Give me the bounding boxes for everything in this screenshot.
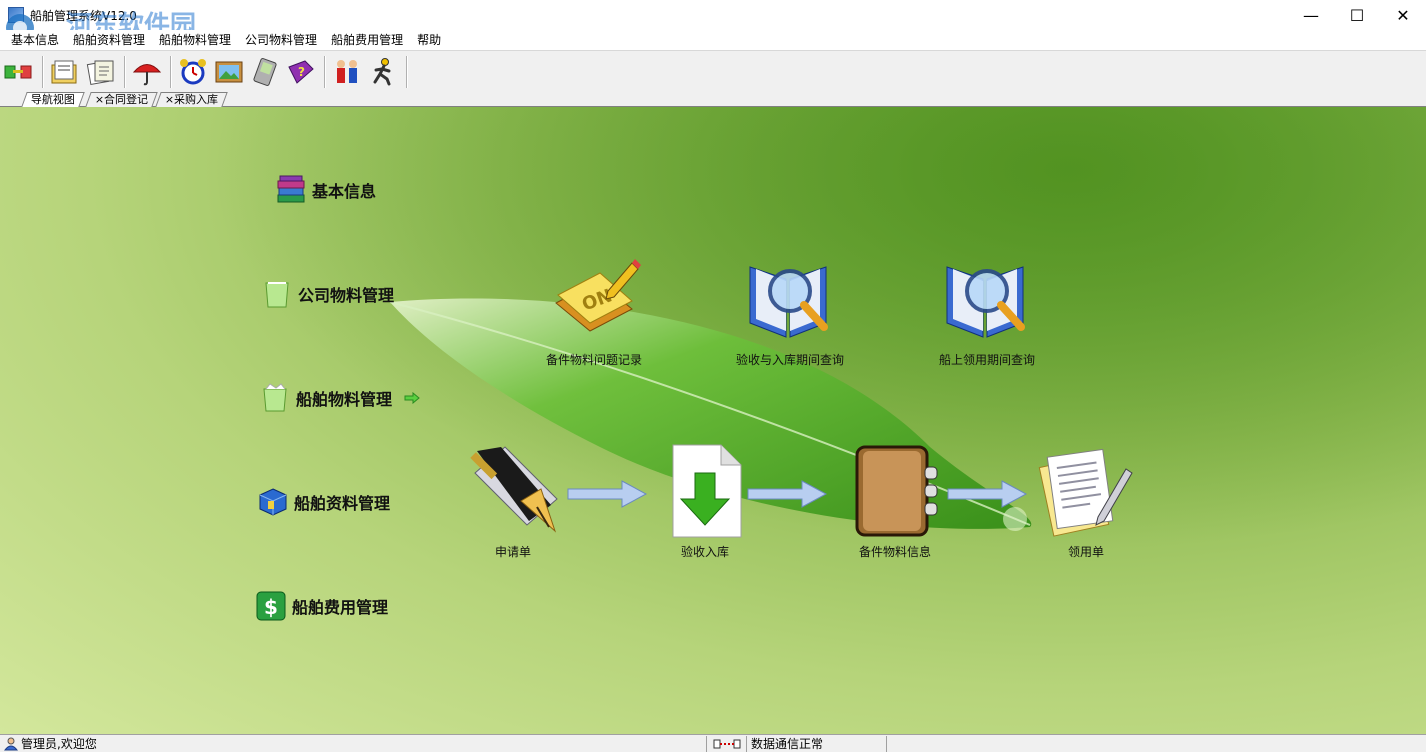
toolbar-umbrella-button[interactable] (130, 54, 164, 90)
toolbar-separator (124, 55, 126, 88)
maximize-button[interactable]: ☐ (1334, 0, 1380, 30)
toolbar-exit-button[interactable] (366, 54, 400, 90)
category-basic-info-label: 基本信息 (312, 182, 377, 201)
address-book-icon (847, 443, 943, 539)
svg-text:?: ? (298, 65, 305, 79)
svg-text:$: $ (264, 595, 278, 619)
node-material-issue-log[interactable]: ON 备件物料问题记录 (529, 251, 659, 368)
umbrella-icon (132, 63, 162, 85)
toolbar-picture-button[interactable] (212, 54, 246, 90)
category-basic-info[interactable]: 基本信息 (276, 175, 376, 205)
tab-contract-register[interactable]: ×合同登记 (85, 92, 158, 107)
menu-ship-materials[interactable]: 船舶物料管理 (152, 30, 238, 50)
menu-ship-expenses[interactable]: 船舶费用管理 (324, 30, 410, 50)
title-bar: 船舶管理系统V12.0 — ☐ ✕ (0, 0, 1426, 30)
category-company-materials-label: 公司物料管理 (298, 286, 395, 305)
toolbar-separator (170, 55, 172, 88)
window-title: 船舶管理系统V12.0 (30, 8, 137, 23)
help-book-icon: ? (288, 59, 314, 84)
network-icon (713, 739, 740, 748)
toolbar-users-button[interactable] (330, 54, 364, 90)
documents-icon (86, 60, 114, 85)
running-man-icon (373, 57, 391, 85)
menu-basic-info[interactable]: 基本信息 (4, 30, 66, 50)
window-controls: — ☐ ✕ (1288, 0, 1426, 30)
category-ship-expenses-label: 船舶费用管理 (292, 598, 389, 617)
node-spare-parts-info[interactable]: 备件物料信息 (830, 443, 960, 560)
handheld-icon (253, 57, 277, 86)
folder-icon (51, 60, 77, 83)
category-ship-docs-label: 船舶资料管理 (294, 494, 391, 513)
node-application-form[interactable]: 申请单 (448, 443, 578, 560)
status-bar: 管理员,欢迎您 数据通信正常 (0, 734, 1426, 752)
flow-arrow-3 (947, 480, 1028, 508)
toolbar-folder-button[interactable] (48, 54, 82, 90)
menu-ship-docs[interactable]: 船舶资料管理 (66, 30, 152, 50)
tab-purchase-stock-in[interactable]: ×采购入库 (155, 92, 228, 107)
network-status-icon-cell (706, 735, 746, 752)
leaf-background (0, 107, 1426, 734)
selected-arrow-icon (404, 392, 420, 404)
book-magnifier-icon (939, 251, 1035, 347)
toolbar-pda-button[interactable] (248, 54, 282, 90)
close-button[interactable]: ✕ (1380, 0, 1426, 30)
document-pen-icon (1038, 443, 1134, 539)
status-user-text: 管理员,欢迎您 (21, 737, 97, 751)
dollar-icon: $ (256, 591, 286, 621)
node-material-issue-log-label: 备件物料问题记录 (545, 353, 642, 367)
node-application-form-label: 申请单 (494, 545, 531, 559)
node-onboard-usage-query-label: 船上领用期间查询 (938, 353, 1035, 367)
node-acceptance-query-label: 验收与入库期间查询 (735, 353, 844, 367)
toolbar-separator (42, 55, 44, 88)
green-bin-full-icon (260, 383, 290, 413)
alarm-clock-icon (180, 58, 206, 84)
node-acceptance-query[interactable]: 验收与入库期间查询 (725, 251, 855, 368)
node-spare-parts-info-label: 备件物料信息 (858, 545, 931, 559)
flow-arrow-1 (567, 480, 648, 508)
node-requisition-form-label: 领用单 (1067, 545, 1104, 559)
tab-navigation-view[interactable]: 导航视图 (21, 92, 85, 107)
app-icon (8, 7, 24, 23)
category-ship-materials-label: 船舶物料管理 (296, 390, 393, 409)
toolbar-separator (324, 55, 326, 88)
blue-cube-icon (258, 487, 288, 517)
toolbar: ? (0, 50, 1426, 92)
connect-icon (4, 65, 32, 78)
status-network-text: 数据通信正常 (746, 735, 886, 752)
download-document-icon (657, 443, 753, 539)
books-stack-icon (276, 175, 306, 205)
category-ship-docs[interactable]: 船舶资料管理 (258, 487, 390, 517)
flow-arrow-2 (747, 480, 828, 508)
picture-icon (215, 61, 243, 82)
sticky-note-pencil-icon: ON (546, 251, 642, 347)
fountain-pen-icon (465, 443, 561, 539)
book-magnifier-icon (742, 251, 838, 347)
green-bin-icon (262, 279, 292, 309)
status-empty-panel (886, 735, 1426, 752)
menu-bar: 基本信息 船舶资料管理 船舶物料管理 公司物料管理 船舶费用管理 帮助 (0, 30, 1426, 50)
navigation-view: 基本信息 公司物料管理 船舶物料管理 船舶资料管理 $ 船舶费用管理 ON 备件… (0, 107, 1426, 734)
node-acceptance-stock-in-label: 验收入库 (680, 545, 729, 559)
toolbar-connect-button[interactable] (2, 54, 36, 90)
category-company-materials[interactable]: 公司物料管理 (262, 279, 394, 309)
node-requisition-form[interactable]: 领用单 (1021, 443, 1151, 560)
menu-company-materials[interactable]: 公司物料管理 (238, 30, 324, 50)
minimize-button[interactable]: — (1288, 0, 1334, 30)
category-ship-expenses[interactable]: $ 船舶费用管理 (256, 591, 388, 621)
node-onboard-usage-query[interactable]: 船上领用期间查询 (922, 251, 1052, 368)
user-icon (4, 737, 18, 750)
category-ship-materials[interactable]: 船舶物料管理 (260, 383, 420, 413)
toolbar-documents-button[interactable] (84, 54, 118, 90)
tab-strip: 导航视图 ×合同登记 ×采购入库 (0, 92, 1426, 107)
toolbar-separator (406, 55, 408, 88)
toolbar-help-button[interactable]: ? (284, 54, 318, 90)
users-icon (337, 59, 357, 83)
toolbar-alarm-button[interactable] (176, 54, 210, 90)
menu-help[interactable]: 帮助 (410, 30, 448, 50)
status-user: 管理员,欢迎您 (0, 735, 706, 752)
